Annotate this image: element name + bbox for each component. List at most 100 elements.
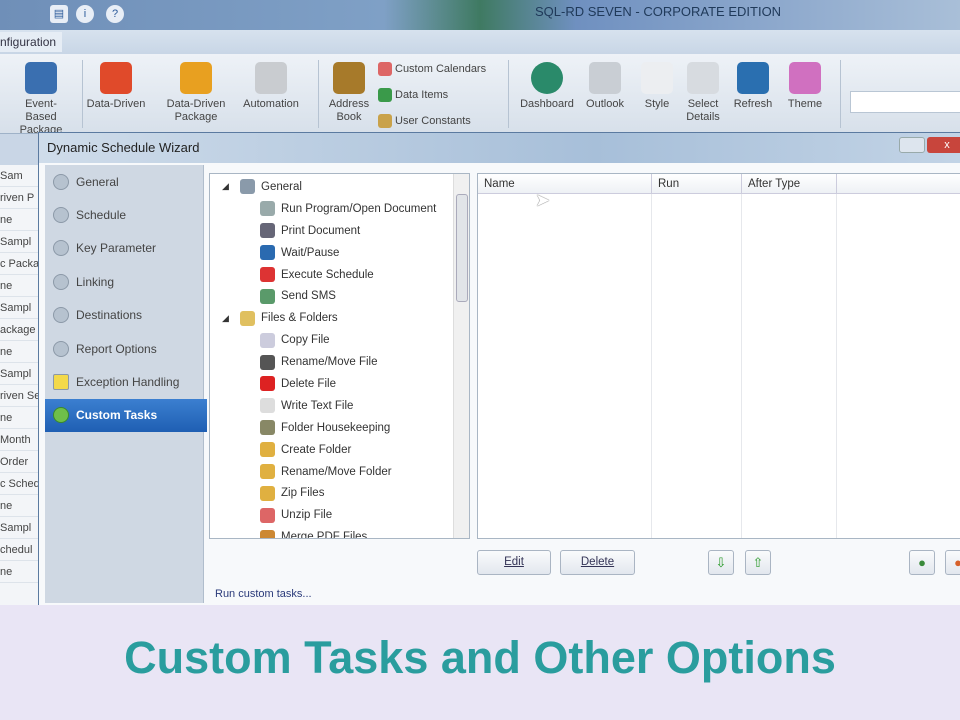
print-icon <box>260 223 275 239</box>
copy-icon <box>260 332 275 348</box>
background-list-item: Sampl <box>0 517 38 539</box>
close-button[interactable]: x <box>927 137 960 153</box>
ribbon-button-address-book[interactable]: Address Book <box>318 56 380 124</box>
background-list-item: riven P <box>0 187 38 209</box>
ribbon-button-event-based-package[interactable]: Event-Based Package <box>10 56 72 137</box>
tree-item[interactable]: Zip Files <box>210 482 469 504</box>
ribbon-tab-row <box>0 30 960 54</box>
background-list-item: chedul <box>0 539 38 561</box>
nav-item-key-parameter[interactable]: Key Parameter <box>45 232 203 265</box>
run-icon <box>260 201 275 217</box>
ribbon-small-label: Data Items <box>395 88 449 101</box>
restore-button[interactable] <box>899 137 925 153</box>
ribbon-separator <box>82 60 83 128</box>
ribbon-button-refresh[interactable]: Refresh <box>728 56 778 111</box>
collapse-arrow-icon[interactable]: ◢ <box>222 313 240 324</box>
tree-item[interactable]: Print Document <box>210 220 469 242</box>
move-down-button[interactable]: ⇩ <box>708 550 734 575</box>
move-up-button[interactable]: ⇧ <box>745 550 771 575</box>
tree-item[interactable]: Run Program/Open Document <box>210 198 469 220</box>
background-list-item: ne <box>0 209 38 231</box>
nav-item-schedule[interactable]: Schedule <box>45 198 203 231</box>
tree-item[interactable]: Delete File <box>210 373 469 395</box>
nav-item-destinations[interactable]: Destinations <box>45 299 203 332</box>
ribbon-button-dashboard[interactable]: Dashboard <box>516 56 578 111</box>
ribbon-button-label: Data-Driven Package <box>166 98 226 123</box>
tree-item-label: Write Text File <box>281 399 354 412</box>
zip-icon <box>260 485 275 501</box>
info-icon[interactable]: i <box>76 5 94 23</box>
destinations-icon <box>53 307 69 324</box>
search-input[interactable] <box>850 91 960 113</box>
ribbon-button-label: Automation <box>243 98 299 110</box>
book-icon <box>333 62 365 94</box>
wizard-nav: General Schedule Key Parameter Linking Desti… <box>45 165 207 603</box>
dialog-title: Dynamic Schedule Wizard <box>39 133 960 163</box>
tree-item-label: Zip Files <box>281 487 325 500</box>
new-doc-icon[interactable]: ▤ <box>50 5 68 23</box>
tab-configuration[interactable]: nfiguration <box>0 32 63 52</box>
tree-group[interactable]: ◢ Files & Folders <box>210 307 469 329</box>
tree-item[interactable]: Rename/Move Folder <box>210 461 469 483</box>
nav-item-label: Key Parameter <box>76 241 157 256</box>
tree-item-label: Print Document <box>281 224 361 237</box>
tree-item[interactable]: Rename/Move File <box>210 351 469 373</box>
housekeeping-icon <box>260 420 275 436</box>
ribbon-button-label: Address Book <box>328 98 370 123</box>
background-list-item: Sampl <box>0 363 38 385</box>
ribbon-button-data-driven[interactable]: Data-Driven <box>85 56 147 111</box>
caption-text: Custom Tasks and Other Options <box>124 632 836 683</box>
import-icon[interactable]: ● <box>909 550 935 575</box>
dashboard-icon <box>531 62 563 94</box>
ribbon-small-data-items[interactable]: Data Items <box>378 88 448 102</box>
nav-item-general[interactable]: General <box>45 165 203 198</box>
nav-item-label: Linking <box>76 274 115 289</box>
delete-button[interactable]: Delete <box>560 550 635 575</box>
tree-item[interactable]: Merge PDF Files <box>210 526 469 539</box>
ribbon-button-outlook[interactable]: Outlook <box>580 56 630 111</box>
background-list-item: Sampl <box>0 297 38 319</box>
export-icon[interactable]: ● <box>945 550 960 575</box>
ribbon-small-custom-calendars[interactable]: Custom Calendars <box>378 62 486 76</box>
tree-item[interactable]: Execute Schedule <box>210 264 469 286</box>
ribbon-button-style[interactable]: Style <box>632 56 682 111</box>
tree-item-label: Merge PDF Files <box>281 531 368 539</box>
clock-icon <box>53 207 69 224</box>
nav-item-linking[interactable]: Linking <box>45 265 203 298</box>
ribbon-small-user-constants[interactable]: User Constants <box>378 114 471 128</box>
ribbon-small-label: User Constants <box>395 114 471 127</box>
tree-item-label: Unzip File <box>281 509 333 522</box>
tree-item[interactable]: Send SMS <box>210 285 469 307</box>
ribbon-button-automation[interactable]: Automation <box>240 56 302 111</box>
pdf-icon <box>260 529 275 538</box>
ribbon-button-select-details[interactable]: Select Details <box>678 56 728 124</box>
column-header-after-type[interactable]: After Type <box>742 174 837 194</box>
tree-item[interactable]: Wait/Pause <box>210 242 469 264</box>
ribbon-button-data-driven-package[interactable]: Data-Driven Package <box>165 56 227 124</box>
tree-item[interactable]: Create Folder <box>210 439 469 461</box>
tree-item-label: Run Program/Open Document <box>281 202 437 215</box>
help-icon[interactable]: ? <box>106 5 124 23</box>
scroll-thumb[interactable] <box>456 194 468 302</box>
nav-item-report-options[interactable]: Report Options <box>45 332 203 365</box>
tree-group[interactable]: ◢ General <box>210 176 469 198</box>
nav-item-exception-handling[interactable]: Exception Handling <box>45 365 203 398</box>
tree-item[interactable]: Write Text File <box>210 395 469 417</box>
tree-item[interactable]: Unzip File <box>210 504 469 526</box>
tree-item[interactable]: Folder Housekeeping <box>210 417 469 439</box>
execute-icon <box>260 267 275 282</box>
ribbon-button-label: Refresh <box>733 98 773 110</box>
column-header-name[interactable]: Name <box>478 174 652 194</box>
column-header-run[interactable]: Run <box>652 174 742 194</box>
ribbon-button-theme[interactable]: Theme <box>780 56 830 111</box>
tree-item[interactable]: Copy File <box>210 329 469 351</box>
link-icon <box>53 273 69 290</box>
delete-icon <box>260 376 275 392</box>
caption-banner: Custom Tasks and Other Options <box>0 605 960 720</box>
custom-tasks-grid: Name Run After Type <box>477 173 960 539</box>
tree-item-label: Files & Folders <box>261 312 338 325</box>
tree-scrollbar[interactable] <box>453 174 469 538</box>
collapse-arrow-icon[interactable]: ◢ <box>222 181 240 192</box>
nav-item-custom-tasks[interactable]: Custom Tasks <box>45 398 207 433</box>
edit-button[interactable]: Edit <box>477 550 551 575</box>
